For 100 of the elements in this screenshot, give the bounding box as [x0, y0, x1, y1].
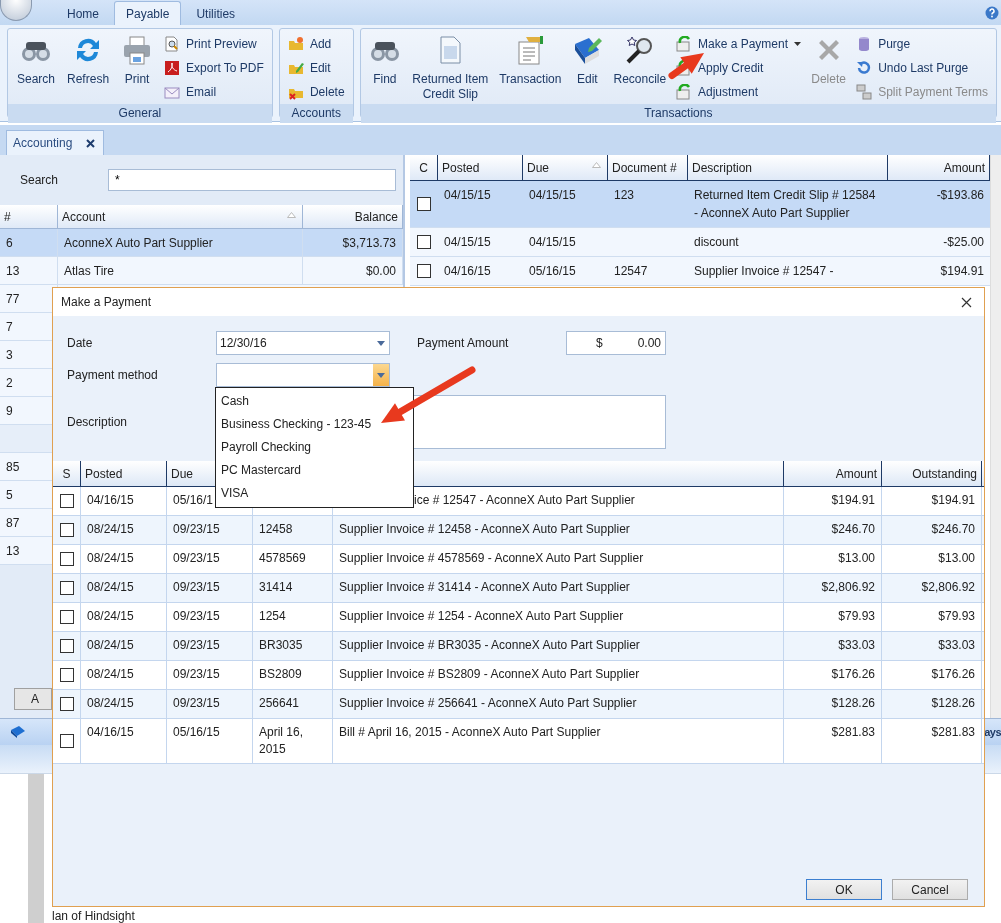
table-cell: $33.03	[784, 632, 882, 660]
table-cell: Supplier Invoice # BR3035 - AconneX Auto Part Supplier	[333, 632, 784, 660]
ribbon-button[interactable]: Find	[364, 32, 406, 89]
table-cell: BS2809	[253, 661, 333, 689]
table-cell: Supplier Invoice # 1254 - AconneX Auto Part Supplier	[333, 603, 784, 631]
column-header[interactable]: C	[410, 155, 438, 180]
ribbon-button[interactable]: Returned Item Credit Slip	[407, 32, 494, 104]
ribbon-tab[interactable]: Home	[56, 1, 110, 25]
column-header[interactable]: Balance	[303, 205, 403, 228]
table-cell-text: 04/15/15	[528, 187, 577, 204]
ribbon-tab[interactable]: Payable	[114, 1, 182, 25]
table-cell: 08/24/15	[81, 545, 167, 573]
panel-button[interactable]: A	[14, 688, 52, 710]
ribbon-button[interactable]: Transaction	[495, 32, 566, 89]
checkbox[interactable]	[59, 639, 74, 653]
account-row[interactable]: 6 AconneX Auto Part Supplier $3,713.73	[0, 229, 403, 257]
table-cell: Supplier Invoice # 31414 - AconneX Auto Part Supplier	[333, 574, 784, 602]
ribbon-button[interactable]: Adjustment	[676, 82, 802, 102]
column-header[interactable]: #	[0, 205, 58, 228]
table-cell: 08/24/15	[81, 632, 167, 660]
table-cell: $194.91	[784, 487, 882, 515]
undo-icon	[856, 60, 873, 76]
checkbox[interactable]	[59, 552, 74, 566]
table-cell: $128.26	[882, 690, 982, 718]
transaction-row[interactable]: 04/15/15 04/15/15 discount -$25.00	[410, 228, 990, 257]
table-cell: 04/16/15	[81, 487, 167, 515]
column-header[interactable]: S	[53, 461, 81, 486]
checkbox[interactable]	[417, 235, 431, 249]
column-header[interactable]: Posted	[438, 155, 523, 180]
sort-icon	[287, 212, 296, 218]
ribbon-tab[interactable]: Utilities	[185, 1, 247, 25]
table-cell-text: $194.91	[939, 263, 985, 280]
transaction-row[interactable]: 04/16/15 05/16/15 12547 Supplier Invoice # 12547 - $194.91	[410, 257, 990, 286]
account-row[interactable]: 13 Atlas Tire $0.00	[0, 257, 403, 285]
table-cell: 08/24/15	[81, 603, 167, 631]
dropdown-arrow-icon	[377, 340, 385, 346]
document-tab[interactable]: Accounting	[6, 130, 105, 155]
column-header[interactable]: Posted	[81, 461, 167, 486]
dialog-button[interactable]: Cancel	[892, 879, 968, 900]
ribbon-button[interactable]: Print	[116, 32, 159, 89]
column-header[interactable]: Outstanding	[882, 461, 982, 486]
column-header[interactable]: Amount	[784, 461, 882, 486]
group-label: Accounts	[279, 104, 353, 123]
table-cell: $79.93	[882, 603, 982, 631]
ribbon-button[interactable]: Print Preview	[164, 34, 264, 54]
ribbon-button[interactable]: Search	[12, 32, 61, 89]
transaction-row[interactable]: 04/15/15 04/15/15 123 Returned Item Credit Slip # 12584 - AconneX Auto Part Supplier -$193.86	[410, 181, 990, 228]
checkbox[interactable]	[59, 494, 74, 508]
ribbon-button[interactable]: Add	[287, 34, 345, 54]
checkbox[interactable]	[59, 697, 74, 711]
app-orb-icon[interactable]	[0, 0, 32, 21]
ribbon-button[interactable]: Delete	[287, 82, 345, 102]
column-header[interactable]: Due	[523, 155, 608, 180]
column-header[interactable]: Account	[58, 205, 303, 228]
table-cell: $176.26	[784, 661, 882, 689]
table-cell: $3,713.73	[303, 229, 403, 256]
ribbon-button[interactable]: Email	[164, 82, 264, 102]
search-field[interactable]: *	[108, 169, 396, 191]
column-header[interactable]: Document #	[608, 155, 688, 180]
ribbon-button[interactable]: Edit	[567, 32, 608, 89]
table-cell: $194.91	[882, 487, 982, 515]
checkbox[interactable]	[417, 264, 431, 278]
ribbon-button[interactable]: Refresh	[62, 32, 115, 89]
ribbon-button[interactable]: Export To PDF	[164, 58, 264, 78]
table-cell: Supplier Invoice # BS2809 - AconneX Auto Part Supplier	[333, 661, 784, 689]
table-cell-text: 12547	[613, 263, 649, 280]
dropdown-option[interactable]: Payroll Checking	[216, 436, 413, 459]
table-cell: April 16, 2015	[253, 719, 333, 763]
ribbon-button[interactable]: Reconcile	[609, 32, 670, 89]
checkbox[interactable]	[59, 581, 74, 595]
ribbon-button[interactable]: Purge	[856, 34, 988, 54]
table-cell: $2,806.92	[882, 574, 982, 602]
amount-field[interactable]: $ 0.00	[566, 331, 666, 355]
payment-method-field[interactable]	[216, 363, 390, 387]
date-field[interactable]: 12/30/16	[216, 331, 390, 355]
ribbon-button[interactable]: Make a Payment	[676, 34, 802, 54]
column-header[interactable]: Description	[688, 155, 888, 180]
table-cell: Supplier Invoice # 4578569 - AconneX Auto Part Supplier	[333, 545, 784, 573]
checkbox[interactable]	[417, 197, 431, 211]
checkbox[interactable]	[59, 668, 74, 682]
table-cell-text: 123	[613, 187, 636, 204]
table-cell: $79.93	[784, 603, 882, 631]
checkbox[interactable]	[59, 523, 74, 537]
scrollbar[interactable]	[990, 155, 1001, 718]
dropdown-option[interactable]: Cash	[216, 390, 413, 413]
close-icon[interactable]	[961, 296, 972, 308]
dropdown-option[interactable]: Business Checking - 123-45	[216, 413, 413, 436]
table-cell: $246.70	[784, 516, 882, 544]
field-label: Date	[67, 336, 94, 350]
help-icon[interactable]	[985, 6, 999, 20]
dialog-button[interactable]: OK	[806, 879, 882, 900]
table-cell: $281.83	[882, 719, 982, 763]
checkbox[interactable]	[59, 734, 74, 748]
ribbon-button[interactable]: Undo Last Purge	[856, 58, 988, 78]
book-icon[interactable]	[10, 725, 26, 739]
checkbox[interactable]	[59, 610, 74, 624]
table-cell: 05/16/15	[167, 719, 253, 763]
ribbon-button[interactable]: Edit	[287, 58, 345, 78]
dialog-title: Make a Payment	[61, 295, 152, 309]
close-icon[interactable]	[86, 138, 96, 148]
